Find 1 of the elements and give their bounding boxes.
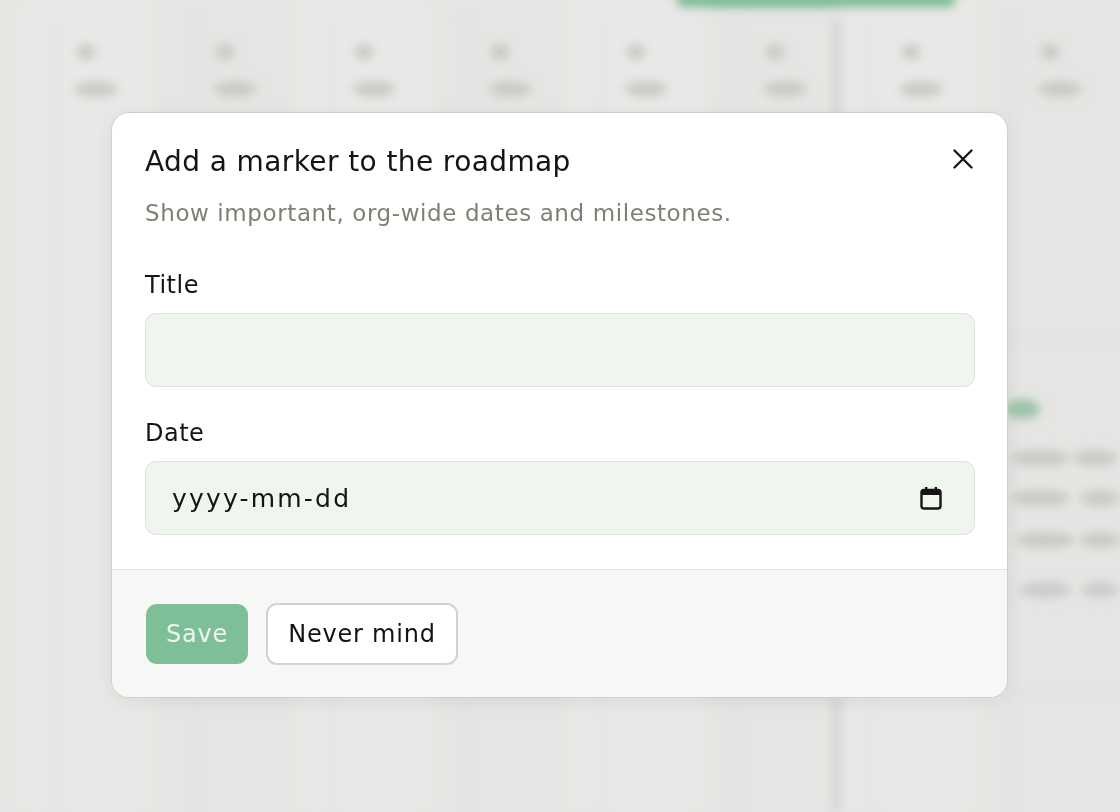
cancel-button[interactable]: Never mind <box>266 603 458 665</box>
